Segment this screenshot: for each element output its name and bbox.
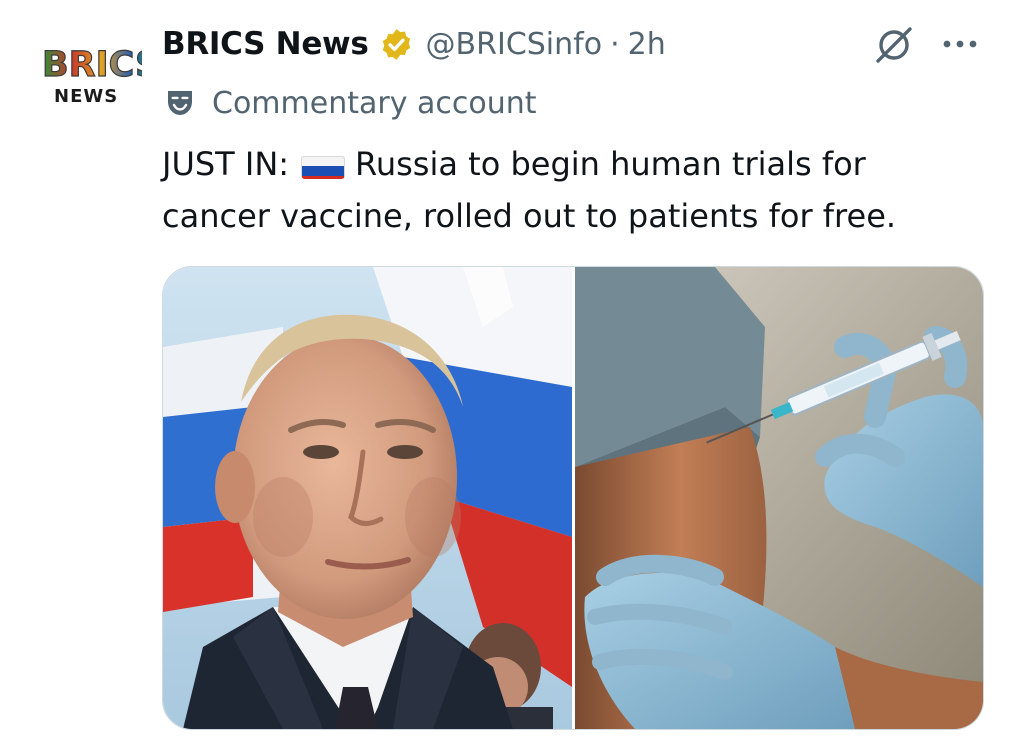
timestamp[interactable]: 2h: [628, 27, 666, 62]
tweet-text-prefix: JUST IN:: [162, 145, 290, 183]
tweet: BRICS NEWS BRICS News @BRICSinfo · 2h: [0, 0, 1024, 756]
logo-text: BRICS: [42, 45, 142, 85]
account-handle[interactable]: @BRICSinfo: [426, 27, 603, 62]
tweet-text-line-2: cancer vaccine, rolled out to patients f…: [162, 197, 897, 235]
display-name[interactable]: BRICS News: [162, 26, 369, 62]
tweet-media: [162, 266, 984, 730]
account-avatar[interactable]: BRICS NEWS: [41, 40, 160, 110]
injection-photo: [575, 267, 983, 729]
verified-badge-icon[interactable]: [379, 27, 414, 62]
logo-subtext: NEWS: [54, 86, 118, 107]
grok-button[interactable]: [870, 22, 918, 66]
media-image-right[interactable]: [575, 267, 983, 729]
man-with-flags-photo: [163, 267, 572, 729]
brics-news-logo: BRICS NEWS: [41, 44, 160, 107]
media-image-left[interactable]: [163, 267, 572, 729]
label-text: Commentary account: [212, 85, 537, 121]
tweet-text-line-1: JUST IN: Russia to begin human trials for: [162, 138, 982, 190]
slashed-circle-icon: [876, 27, 912, 63]
ellipsis-icon: [943, 40, 977, 48]
separator-dot: ·: [610, 26, 620, 62]
russia-flag-icon: [301, 149, 346, 179]
account-label[interactable]: Commentary account: [164, 82, 537, 124]
tweet-header: BRICS News @BRICSinfo · 2h: [162, 22, 666, 66]
tweet-text: JUST IN: Russia to begin human trials for…: [162, 138, 982, 242]
theater-mask-icon: [168, 91, 192, 115]
more-options-button[interactable]: [936, 22, 984, 66]
tweet-text-suffix: Russia to begin human trials for: [355, 145, 866, 183]
